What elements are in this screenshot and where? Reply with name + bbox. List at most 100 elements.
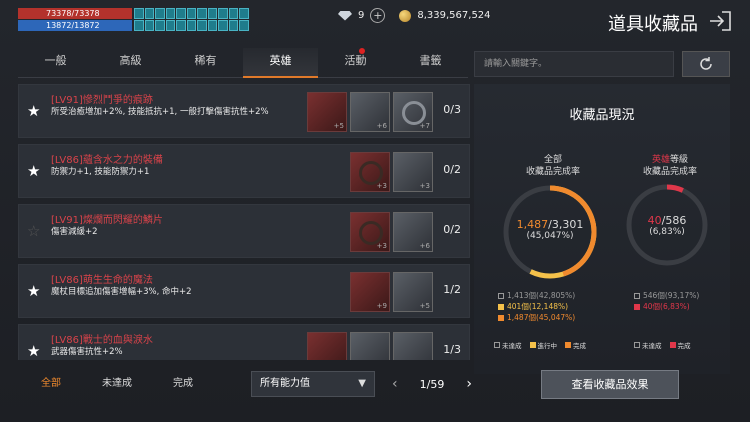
gauntlet-item-icon[interactable]: +6 <box>350 92 390 132</box>
hero-ring-text: 40/586 (6,83%) <box>624 214 710 237</box>
buff-icon <box>134 8 144 19</box>
item-enchant-level: +5 <box>419 302 430 310</box>
filter-all[interactable]: 全部 <box>18 372 84 396</box>
buff-icon <box>207 20 217 31</box>
collection-effect: 防禦力+1, 技能防禦力+1 <box>51 167 150 177</box>
search-input[interactable]: 請輸入關鍵字。 <box>474 51 674 77</box>
hero-stats: 546個(93,17%) 40個(6,83%) <box>634 290 699 312</box>
bookmark-star-icon[interactable]: ★ <box>27 103 43 119</box>
overall-stat-incomplete: 1,413個(42,805%) <box>498 290 575 301</box>
tab-event[interactable]: 活動 <box>318 48 393 77</box>
incomplete-swatch <box>498 292 504 299</box>
collection-name: [LV91]燦爛而閃耀的鱗片 <box>51 215 163 226</box>
diamond-icon <box>338 10 352 21</box>
list-item[interactable]: ★ [LV86]蘊含水之力的裝備 防禦力+1, 技能防禦力+1 +3 +3 0/… <box>18 144 470 198</box>
stat-text: 1,413個(42,805%) <box>507 291 576 300</box>
cloak-item-icon[interactable]: +3 <box>393 152 433 192</box>
cloak-item-icon[interactable]: +6 <box>393 212 433 252</box>
inprogress-swatch <box>498 303 504 310</box>
list-item[interactable]: ☆ [LV91]燦爛而閃耀的鱗片 傷害減緩+2 +3 +6 0/2 <box>18 204 470 258</box>
item-enchant-level: +3 <box>419 182 430 190</box>
item-enchant-level: +6 <box>376 122 387 130</box>
hero-total: /586 <box>661 214 687 227</box>
overall-label-line2: 收藏品完成率 <box>525 167 580 177</box>
list-item[interactable]: ★ [LV86]戰士的血與淚水 武器傷害抗性+2% +3 +7 +5 1/3 <box>18 324 470 360</box>
item-enchant-level: +9 <box>376 302 387 310</box>
helmet-item-icon[interactable]: +5 <box>393 272 433 312</box>
axe-item-icon[interactable]: +3 <box>307 332 347 360</box>
overall-total: /3,301 <box>548 218 584 231</box>
overall-ring-text: 1,487/3,301 (45,047%) <box>500 218 600 241</box>
belt-item-icon[interactable]: +3 <box>350 152 390 192</box>
necklace-item-icon[interactable]: +5 <box>393 332 433 360</box>
collection-list: ★ [LV91]慘烈鬥爭的痕跡 所受治癒增加+2%, 技能抵抗+1, 一般打擊傷… <box>18 84 470 360</box>
currency-bar: 9 + 8,339,567,524 <box>338 8 491 23</box>
hero-stat-complete: 40個(6,83%) <box>634 301 699 312</box>
buff-icons <box>134 8 249 32</box>
filter-complete[interactable]: 完成 <box>150 372 216 396</box>
hero-done: 40 <box>647 214 662 227</box>
belt-item-icon[interactable]: +3 <box>350 212 390 252</box>
collection-status-panel: 收藏品現況 全部 收藏品完成率 英雄等級 收藏品完成率 1,487/3,301 … <box>474 84 730 374</box>
collection-name: [LV86]戰士的血與淚水 <box>51 335 153 346</box>
tab-common[interactable]: 一般 <box>18 48 93 77</box>
incomplete-swatch <box>634 292 640 299</box>
page-indicator: 1/59 <box>419 377 445 391</box>
legend-inprogress: 進行中 <box>529 340 557 350</box>
buff-icon <box>218 20 228 31</box>
next-page-button[interactable]: › <box>466 376 472 392</box>
legend-label: 未達成 <box>502 342 522 350</box>
hero-legend: 未達成 完成 <box>634 340 691 350</box>
item-enchant-level: +3 <box>376 182 387 190</box>
refresh-icon <box>700 57 712 70</box>
hero-percent: (6,83%) <box>649 227 685 237</box>
bookmark-star-outline-icon[interactable]: ☆ <box>27 223 43 239</box>
legend-incomplete: 未達成 <box>494 340 522 350</box>
buff-icon <box>228 8 238 19</box>
list-item[interactable]: ★ [LV91]慘烈鬥爭的痕跡 所受治癒增加+2%, 技能抵抗+1, 一般打擊傷… <box>18 84 470 138</box>
overall-legend: 未達成 進行中 完成 <box>494 340 586 350</box>
overall-done: 1,487 <box>516 218 549 231</box>
gold-coin-icon <box>399 9 412 22</box>
hero-label-highlight: 英雄 <box>651 155 670 165</box>
collection-progress: 0/2 <box>443 163 461 176</box>
stat-filter-dropdown[interactable]: 所有能力值 ▼ <box>251 371 375 397</box>
tab-rare[interactable]: 稀有 <box>168 48 243 77</box>
bookmark-star-icon[interactable]: ★ <box>27 283 43 299</box>
list-item[interactable]: ★ [LV86]萌生生命的魔法 魔杖目標追加傷害增幅+3%, 命中+2 +9 +… <box>18 264 470 318</box>
overall-stat-complete: 1,487個(45,047%) <box>498 312 575 323</box>
bookmark-star-icon[interactable]: ★ <box>27 343 43 359</box>
tab-bookmark[interactable]: 書籤 <box>393 48 468 77</box>
overall-stats: 1,413個(42,805%) 401個(12,148%) 1,487個(45,… <box>498 290 575 323</box>
bookmark-star-icon[interactable]: ★ <box>27 163 43 179</box>
overall-percent: (45,047%) <box>526 231 574 241</box>
buff-icon <box>186 8 196 19</box>
collection-name: [LV91]慘烈鬥爭的痕跡 <box>51 95 153 106</box>
tab-hero[interactable]: 英雄 <box>243 48 318 78</box>
add-currency-button[interactable]: + <box>370 8 386 23</box>
legend-label: 未達成 <box>642 342 662 350</box>
armor-item-icon[interactable]: +5 <box>307 92 347 132</box>
filter-incomplete[interactable]: 未達成 <box>84 372 150 396</box>
gold-amount: 8,339,567,524 <box>417 10 491 21</box>
hero-label-rest: 等級 <box>670 155 689 165</box>
item-enchant-level: +6 <box>419 242 430 250</box>
exit-button[interactable] <box>708 10 732 32</box>
legend-complete: 完成 <box>669 340 691 350</box>
view-collection-effects-button[interactable]: 查看收藏品效果 <box>541 370 679 399</box>
gem-count: 9 <box>358 10 365 21</box>
hero-label-line2: 收藏品完成率 <box>642 167 697 177</box>
pagination: ‹ 1/59 › <box>392 372 472 396</box>
item-enchant-level: +3 <box>376 242 387 250</box>
legend-swatch <box>634 342 640 348</box>
refresh-button[interactable] <box>682 51 730 77</box>
tab-advanced[interactable]: 高級 <box>93 48 168 77</box>
prev-page-button[interactable]: ‹ <box>392 376 398 392</box>
wand-item-icon[interactable]: +9 <box>350 272 390 312</box>
chevron-down-icon: ▼ <box>358 378 366 389</box>
mp-value: 13872/13872 <box>46 21 100 30</box>
buff-icon <box>218 8 228 19</box>
spear-item-icon[interactable]: +7 <box>350 332 390 360</box>
buff-icon <box>165 8 175 19</box>
ring-item-icon[interactable]: +7 <box>393 92 433 132</box>
